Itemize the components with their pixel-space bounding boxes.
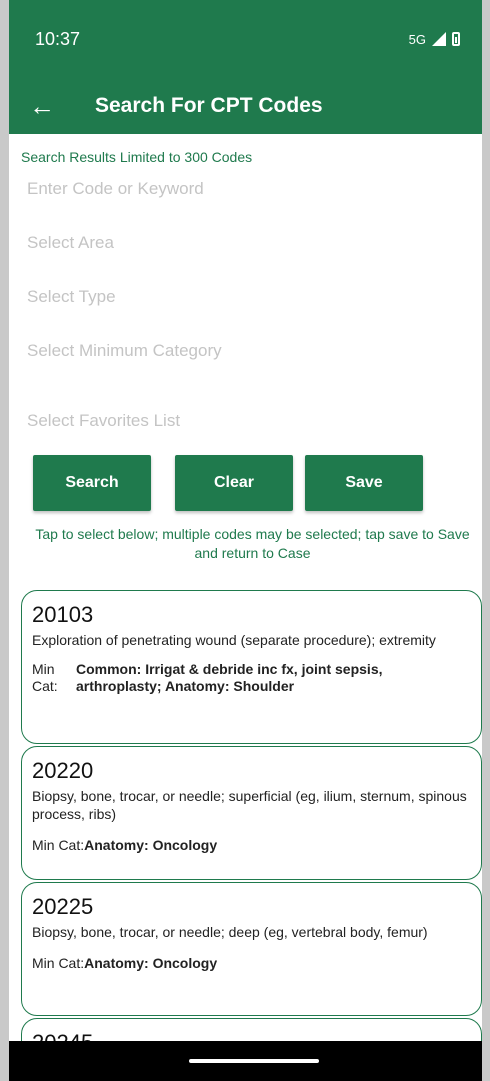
min-category: Min Cat: Common: Irrigat & debride inc f… <box>32 661 471 695</box>
min-category-select[interactable]: Select Minimum Category <box>27 341 482 361</box>
area-select[interactable]: Select Area <box>27 233 482 253</box>
cpt-code: 20225 <box>32 894 94 919</box>
cpt-code: 20220 <box>32 758 94 783</box>
cpt-description: Biopsy, bone, trocar, or needle; superfi… <box>32 788 467 822</box>
results-list[interactable]: 20103 Exploration of penetrating wound (… <box>21 590 482 1081</box>
home-gesture-bar[interactable] <box>189 1059 319 1063</box>
selection-hint: Tap to select below; multiple codes may … <box>35 526 470 561</box>
favorites-list-select[interactable]: Select Favorites List <box>27 411 482 431</box>
min-category: Min Cat:Anatomy: Oncology <box>32 955 471 971</box>
system-nav-bar <box>9 1041 482 1081</box>
status-bar: 10:37 5G <box>9 0 482 78</box>
min-category-value: Anatomy: Oncology <box>84 955 218 971</box>
cpt-description: Biopsy, bone, trocar, or needle; deep (e… <box>32 924 428 940</box>
limit-note: Search Results Limited to 300 Codes <box>21 149 253 165</box>
signal-icon <box>432 32 446 46</box>
back-arrow-icon[interactable]: ← <box>29 93 79 119</box>
result-card[interactable]: 20220 Biopsy, bone, trocar, or needle; s… <box>21 746 482 880</box>
min-category-label: Min Cat: <box>32 955 85 971</box>
status-icons: 5G <box>409 32 460 47</box>
page-title: Search For CPT Codes <box>95 94 323 117</box>
cpt-code: 20103 <box>32 602 94 627</box>
device-screen: 10:37 5G ← Search For CPT Codes Search R… <box>9 0 482 1081</box>
result-card[interactable]: 20103 Exploration of penetrating wound (… <box>21 590 482 744</box>
network-label: 5G <box>408 31 426 47</box>
save-button[interactable]: Save <box>305 455 423 511</box>
search-button[interactable]: Search <box>33 455 151 511</box>
code-keyword-input[interactable]: Enter Code or Keyword <box>27 179 482 199</box>
action-buttons: Search Clear Save <box>9 455 482 511</box>
status-time: 10:37 <box>35 28 81 49</box>
type-select[interactable]: Select Type <box>27 287 482 307</box>
min-category-label: Min Cat: <box>32 837 85 853</box>
min-category-label: Min Cat: <box>32 661 58 694</box>
min-category-value: Common: Irrigat & debride inc fx, joint … <box>76 661 383 694</box>
app-bar: ← Search For CPT Codes <box>9 78 482 134</box>
result-card[interactable]: 20225 Biopsy, bone, trocar, or needle; d… <box>21 882 482 1016</box>
min-category-value: Anatomy: Oncology <box>84 837 218 853</box>
battery-icon <box>452 32 460 46</box>
clear-button[interactable]: Clear <box>175 455 293 511</box>
min-category: Min Cat:Anatomy: Oncology <box>32 837 471 853</box>
cpt-description: Exploration of penetrating wound (separa… <box>32 632 436 648</box>
